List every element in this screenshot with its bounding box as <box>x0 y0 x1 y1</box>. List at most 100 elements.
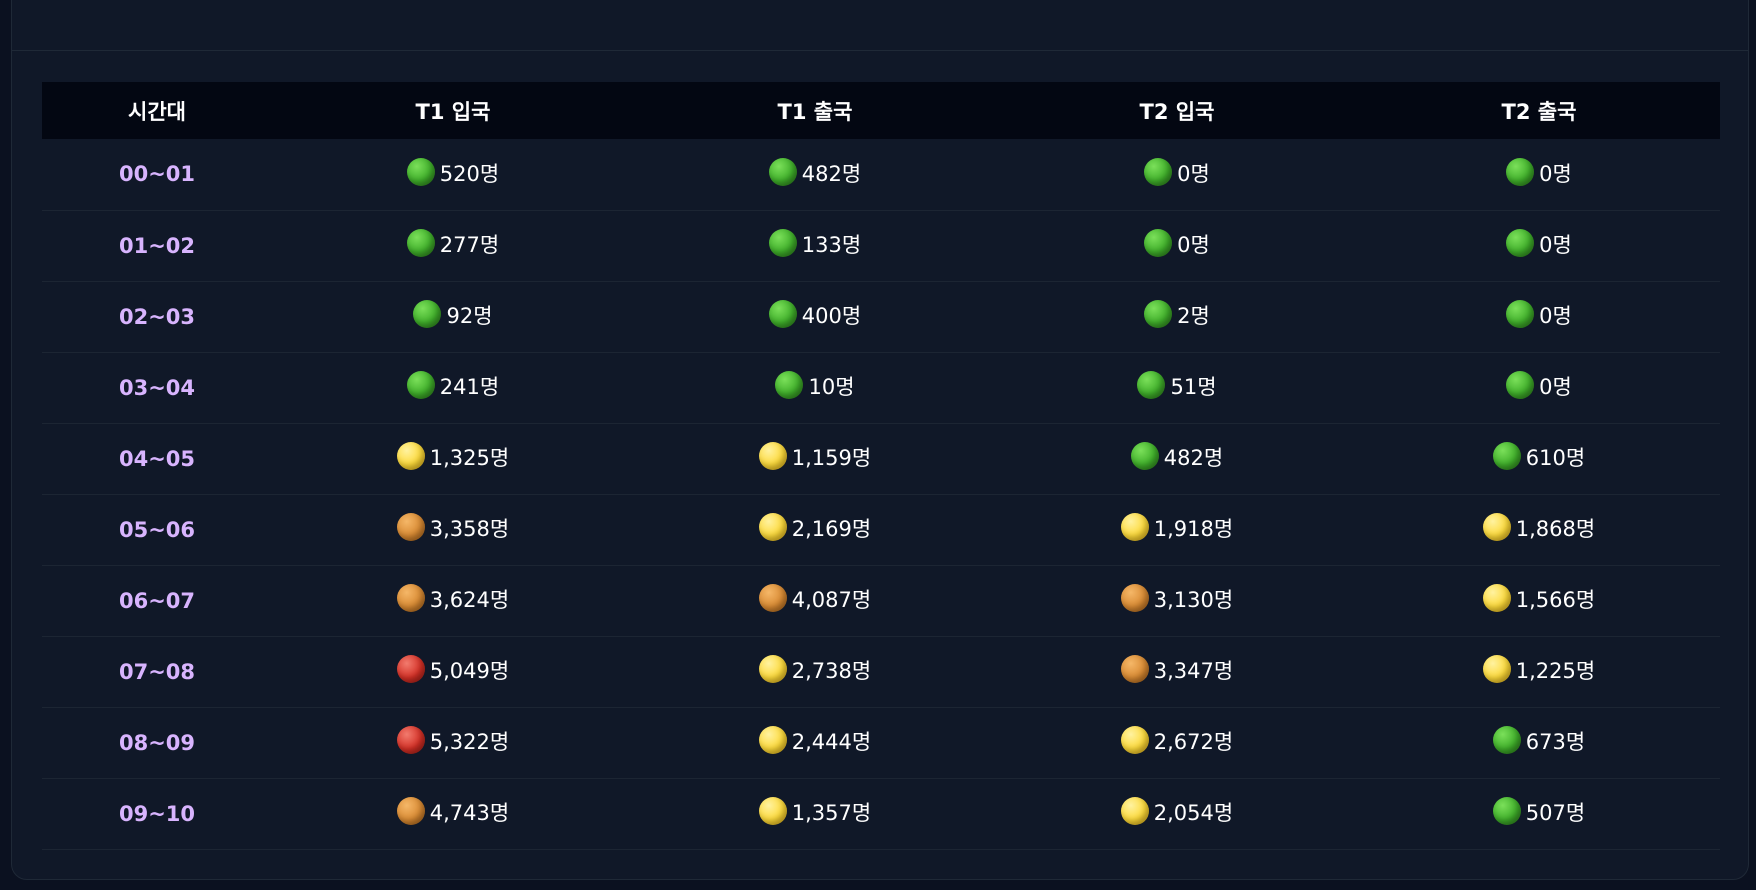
passenger-count: 10명 <box>808 375 855 399</box>
green-circle-icon <box>406 229 435 257</box>
header-time-slot: 시간대 <box>128 99 186 124</box>
t2-arrival-cell: 3,347명 <box>996 636 1358 707</box>
t2-arrival-cell: 0명 <box>996 210 1358 281</box>
count-with-status: 482명 <box>768 157 862 188</box>
time-slot-cell: 01~02 <box>118 233 196 258</box>
t2-departure-cell: 0명 <box>1358 210 1720 281</box>
count-with-status: 4,087명 <box>758 584 871 614</box>
table-row: 03~04 241명 10명 51명 0명 <box>42 352 1720 423</box>
yellow-circle-icon <box>758 442 787 470</box>
orange-circle-icon <box>1120 655 1149 683</box>
t2-arrival-cell: 482명 <box>996 423 1358 494</box>
green-circle-icon <box>768 300 797 328</box>
green-circle-icon <box>406 371 435 399</box>
yellow-circle-icon <box>396 442 425 470</box>
passenger-count: 482명 <box>1163 446 1224 470</box>
t1-arrival-cell: 4,743명 <box>272 778 634 849</box>
time-slot-cell: 07~08 <box>118 659 196 684</box>
passenger-count: 2,444명 <box>791 730 872 754</box>
count-with-status: 2,169명 <box>758 513 872 543</box>
count-with-status: 92명 <box>413 300 493 330</box>
table-row: 01~02 277명 133명 0명 0명 <box>42 210 1720 281</box>
yellow-circle-icon <box>758 513 787 541</box>
time-slot-cell: 02~03 <box>118 304 196 329</box>
count-with-status: 2,738명 <box>758 655 871 685</box>
passenger-count: 241명 <box>439 375 500 399</box>
t1-arrival-cell: 5,049명 <box>272 636 634 707</box>
t2-departure-cell: 673명 <box>1358 707 1720 778</box>
count-with-status: 3,624명 <box>396 584 510 614</box>
count-with-status: 0명 <box>1144 157 1210 188</box>
yellow-circle-icon <box>1120 797 1149 825</box>
orange-circle-icon <box>758 584 787 612</box>
count-with-status: 1,225명 <box>1482 655 1595 685</box>
count-with-status: 400명 <box>768 300 862 330</box>
green-circle-icon <box>1130 442 1159 470</box>
passenger-count: 3,130명 <box>1153 588 1234 612</box>
orange-circle-icon <box>1120 584 1149 612</box>
passenger-count: 507명 <box>1525 801 1586 825</box>
t2-departure-cell: 1,225명 <box>1358 636 1720 707</box>
t1-arrival-cell: 5,322명 <box>272 707 634 778</box>
green-circle-icon <box>1506 371 1535 399</box>
passenger-count: 2,169명 <box>791 517 872 541</box>
time-slot-cell: 03~04 <box>118 375 196 400</box>
passenger-count: 1,357명 <box>791 801 872 825</box>
passenger-count: 0명 <box>1539 304 1572 328</box>
t1-departure-cell: 482명 <box>634 139 996 210</box>
count-with-status: 3,358명 <box>396 513 509 543</box>
passenger-count: 3,624명 <box>429 588 510 612</box>
passenger-count: 1,566명 <box>1515 588 1596 612</box>
passenger-count: 0명 <box>1539 375 1572 399</box>
yellow-circle-icon <box>758 655 787 683</box>
count-with-status: 5,049명 <box>396 655 509 685</box>
red-circle-icon <box>396 726 425 754</box>
count-with-status: 2,672명 <box>1120 726 1233 756</box>
t2-arrival-cell: 51명 <box>996 352 1358 423</box>
orange-circle-icon <box>396 797 425 825</box>
passenger-count: 1,918명 <box>1153 517 1234 541</box>
count-with-status: 4,743명 <box>396 797 510 827</box>
count-with-status: 277명 <box>406 229 499 259</box>
table-row: 05~06 3,358명 2,169명 1,918명 1,868명 <box>42 494 1720 565</box>
table-row: 06~07 3,624명 4,087명 3,130명 1,566명 <box>42 565 1720 636</box>
green-circle-icon <box>1492 797 1521 825</box>
green-circle-icon <box>413 300 442 328</box>
table-row: 00~01 520명 482명 0명 0명 <box>42 139 1720 210</box>
count-with-status: 520명 <box>406 157 499 188</box>
green-circle-icon <box>1492 726 1521 754</box>
t1-arrival-cell: 3,358명 <box>272 494 634 565</box>
count-with-status: 482명 <box>1130 442 1224 472</box>
passenger-count: 0명 <box>1539 233 1572 257</box>
header-row: 시간대 T1 입국 T1 출국 T2 입국 T2 출국 <box>42 82 1720 139</box>
table-row: 09~10 4,743명 1,357명 2,054명 507명 <box>42 778 1720 849</box>
t1-arrival-cell: 520명 <box>272 139 634 210</box>
orange-circle-icon <box>396 584 425 612</box>
t1-arrival-cell: 92명 <box>272 281 634 352</box>
count-with-status: 0명 <box>1506 229 1572 259</box>
table-row: 07~08 5,049명 2,738명 3,347명 1,225명 <box>42 636 1720 707</box>
t1-departure-cell: 2,738명 <box>634 636 996 707</box>
time-slot-cell: 09~10 <box>118 801 196 826</box>
passenger-count: 0명 <box>1177 161 1210 186</box>
count-with-status: 2명 <box>1144 300 1210 330</box>
t2-departure-cell: 0명 <box>1358 352 1720 423</box>
count-with-status: 0명 <box>1144 229 1210 259</box>
count-with-status: 3,347명 <box>1120 655 1233 685</box>
passenger-count: 482명 <box>801 161 862 186</box>
header-t2-arrival: T2 입국 <box>1139 99 1215 124</box>
header-t1-arrival: T1 입국 <box>415 99 491 124</box>
table-row: 08~09 5,322명 2,444명 2,672명 673명 <box>42 707 1720 778</box>
red-circle-icon <box>396 655 425 683</box>
t2-departure-cell: 507명 <box>1358 778 1720 849</box>
passenger-count: 51명 <box>1170 375 1217 399</box>
passenger-count: 4,743명 <box>429 801 510 825</box>
t2-departure-cell: 1,868명 <box>1358 494 1720 565</box>
yellow-circle-icon <box>758 726 787 754</box>
count-with-status: 1,868명 <box>1482 513 1595 543</box>
count-with-status: 1,918명 <box>1120 513 1234 543</box>
passenger-count: 400명 <box>801 304 862 328</box>
count-with-status: 2,444명 <box>758 726 872 756</box>
count-with-status: 673명 <box>1492 726 1585 756</box>
t2-arrival-cell: 2,672명 <box>996 707 1358 778</box>
